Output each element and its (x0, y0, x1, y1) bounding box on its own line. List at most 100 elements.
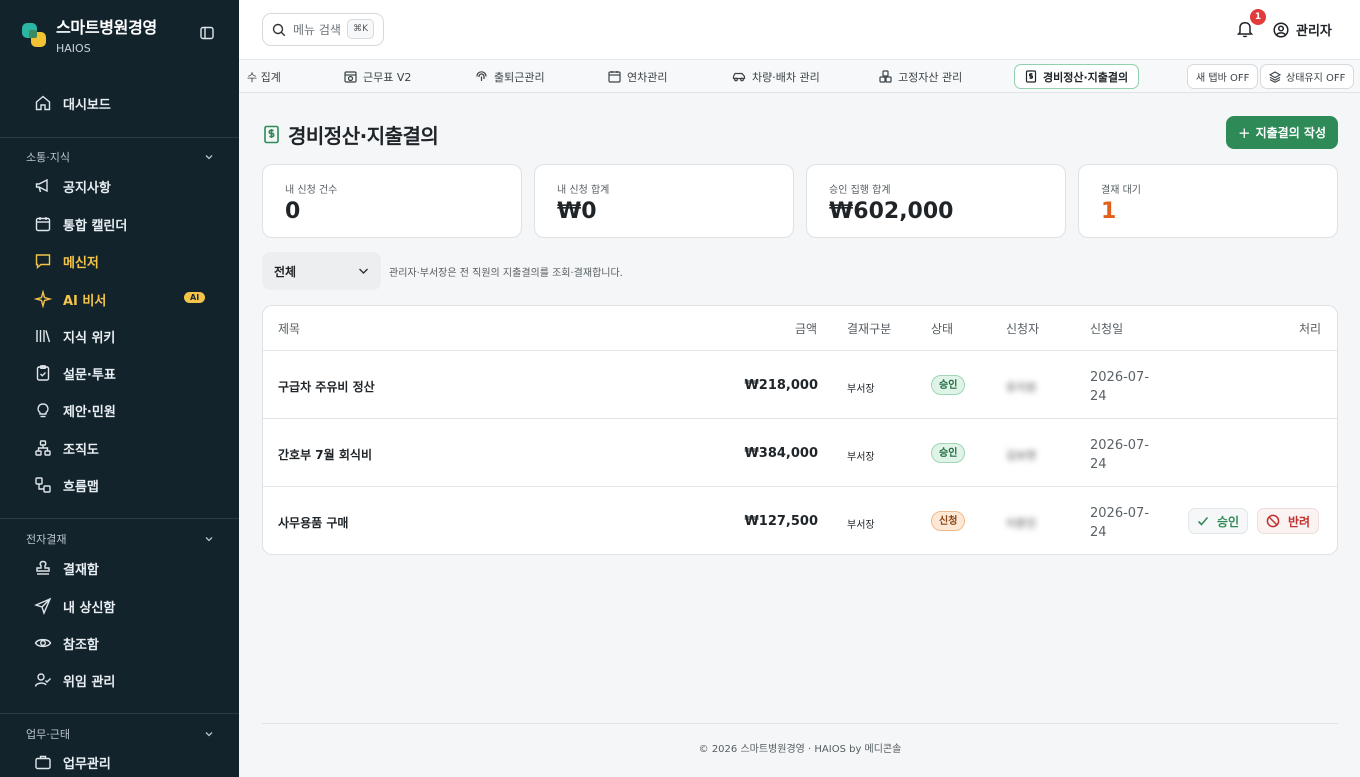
app-name: 스마트병원경영 (56, 18, 157, 37)
sidebar-item-my-submissions[interactable]: 내 상신함 (34, 594, 115, 618)
sidebar-item-approval-box[interactable]: 결재함 (34, 556, 99, 580)
sidebar-item-label: 내 상신함 (63, 600, 116, 616)
stat-value: 1 (1101, 199, 1117, 224)
chevron-down-icon (205, 732, 213, 737)
tab-label: 근무표 V2 (363, 70, 412, 84)
sidebar-item-cc-box[interactable]: 참조함 (34, 631, 99, 655)
row-date: 2026-07-24 (1090, 506, 1150, 540)
column-header: 금액 (795, 322, 818, 336)
top-bar: 메뉴 검색 ⌘K 1 관리자 (239, 0, 1360, 60)
menu-search[interactable]: 메뉴 검색 ⌘K (262, 13, 384, 46)
reject-button[interactable]: 반려 (1257, 508, 1320, 534)
tab-leave-management[interactable]: 연차관리 (608, 60, 667, 93)
create-expense-button[interactable]: + 지출결의 작성 (1226, 116, 1338, 149)
section-header-work[interactable]: 업무·근태 (26, 726, 214, 742)
row-title: 사무용품 구매 (278, 516, 349, 530)
sidebar-item-work-management[interactable]: 업무관리 (34, 750, 111, 774)
tab-expense-settlement[interactable]: 경비정산·지출결의 (1014, 64, 1140, 89)
tab-aggregate[interactable]: 수 집계 (247, 60, 281, 93)
section-header-approval[interactable]: 전자결재 (26, 531, 214, 547)
sidebar-item-label: 메신저 (63, 255, 99, 271)
sidebar-item-survey[interactable]: 설문·투표 (34, 361, 116, 385)
sidebar-item-suggestions[interactable]: 제안·민원 (34, 398, 116, 422)
car-icon (732, 72, 746, 82)
column-header: 처리 (1299, 322, 1322, 336)
status-badge: 신청 (931, 511, 966, 531)
button-label: 반려 (1288, 514, 1311, 529)
clipboard-icon (34, 364, 52, 382)
stat-card-my-total: 내 신청 합계 ₩0 (534, 164, 794, 238)
tab-attendance[interactable]: 출퇴근관리 (475, 60, 545, 93)
row-date: 2026-07-24 (1090, 370, 1150, 404)
sidebar-item-label: 결재함 (63, 562, 99, 578)
column-header: 상태 (931, 322, 954, 336)
sidebar-item-flow-map[interactable]: 흐름맵 (34, 473, 99, 497)
row-applicant: 이환진 (1006, 517, 1037, 530)
sidebar-item-label: 제안·민원 (63, 404, 116, 420)
row-amount: ₩384,000 (744, 446, 818, 461)
tab-label: 출퇴근관리 (494, 70, 545, 84)
table-row[interactable]: 사무용품 구매 ₩127,500 부서장 신청 이환진 2026-07-24 승… (263, 487, 1337, 554)
shortcut-hint: ⌘K (347, 19, 374, 39)
sidebar-item-label: 통합 캘린더 (63, 218, 128, 234)
sidebar-item-ai-assistant[interactable]: AI 비서 AI (34, 287, 214, 311)
row-applicant: 유지원 (1006, 381, 1037, 394)
sidebar-toggle-icon[interactable] (199, 25, 215, 41)
column-header: 신청일 (1090, 322, 1124, 336)
layers-icon (1269, 70, 1281, 83)
status-badge: 승인 (931, 375, 966, 395)
status-filter-select[interactable]: 전체 (262, 252, 381, 290)
stat-card-approved-total: 승인 집행 합계 ₩602,000 (806, 164, 1066, 238)
calendar-icon (608, 71, 621, 83)
stat-card-pending: 결재 대기 1 (1078, 164, 1338, 238)
column-header: 신청자 (1006, 322, 1040, 336)
search-icon (272, 23, 286, 36)
bell-icon[interactable] (1237, 20, 1253, 38)
app-logo (22, 22, 46, 47)
message-icon (34, 252, 52, 270)
column-header: 제목 (278, 322, 301, 336)
stat-label: 내 신청 합계 (557, 185, 610, 196)
section-title: 소통·지식 (26, 151, 70, 164)
sidebar-divider (0, 713, 239, 714)
toggle-label: 상태유지 OFF (1286, 73, 1346, 84)
ban-icon (1266, 514, 1280, 528)
org-chart-icon (34, 439, 52, 457)
row-date: 2026-07-24 (1090, 438, 1150, 472)
sidebar: 스마트병원경영 HAIOS 대시보드 소통·지식 공지사항 통합 캘린더 메신저… (0, 0, 239, 777)
sidebar-item-dashboard[interactable]: 대시보드 (34, 91, 111, 115)
new-tabbar-toggle[interactable]: 새 탭바 OFF (1187, 64, 1259, 89)
expense-table: 제목 금액 결재구분 상태 신청자 신청일 처리 구급차 주유비 정산 ₩218… (262, 305, 1338, 555)
table-row[interactable]: 간호부 7월 회식비 ₩384,000 부서장 승인 김보현 2026-07-2… (263, 419, 1337, 487)
table-row[interactable]: 구급차 주유비 정산 ₩218,000 부서장 승인 유지원 2026-07-2… (263, 351, 1337, 419)
sidebar-item-calendar[interactable]: 통합 캘린더 (34, 212, 127, 236)
sidebar-item-messenger[interactable]: 메신저 (34, 249, 99, 273)
sidebar-item-notices[interactable]: 공지사항 (34, 174, 111, 198)
library-icon (34, 327, 52, 345)
sidebar-item-org-chart[interactable]: 조직도 (34, 436, 99, 460)
receipt-icon (1025, 70, 1037, 83)
tab-vehicle-dispatch[interactable]: 차량·배차 관리 (732, 60, 820, 93)
stamp-icon (34, 559, 52, 577)
tab-bar: 수 집계 근무표 V2 출퇴근관리 연차관리 차량·배차 관리 고정자산 관리 … (239, 60, 1360, 93)
flow-icon (34, 476, 52, 494)
column-header: 결재구분 (847, 322, 892, 336)
sidebar-item-delegation[interactable]: 위임 관리 (34, 668, 115, 692)
chevron-down-icon (205, 155, 213, 160)
briefcase-icon (34, 753, 52, 771)
row-approval-type: 부서장 (847, 520, 875, 531)
stat-label: 결재 대기 (1101, 185, 1141, 196)
keep-state-toggle[interactable]: 상태유지 OFF (1260, 64, 1355, 89)
approve-button[interactable]: 승인 (1188, 508, 1249, 534)
check-icon (1197, 516, 1209, 526)
tab-fixed-assets[interactable]: 고정자산 관리 (879, 60, 962, 93)
receipt-icon (264, 125, 279, 144)
user-menu[interactable]: 관리자 (1273, 20, 1332, 39)
sparkle-icon (34, 290, 52, 308)
ai-badge: AI (184, 292, 206, 303)
sidebar-item-wiki[interactable]: 지식 위키 (34, 324, 115, 348)
section-header-communication[interactable]: 소통·지식 (26, 149, 214, 165)
tab-shift-schedule-v2[interactable]: 근무표 V2 (344, 60, 411, 93)
brand[interactable]: 스마트병원경영 HAIOS (22, 14, 157, 55)
fingerprint-icon (476, 71, 487, 81)
